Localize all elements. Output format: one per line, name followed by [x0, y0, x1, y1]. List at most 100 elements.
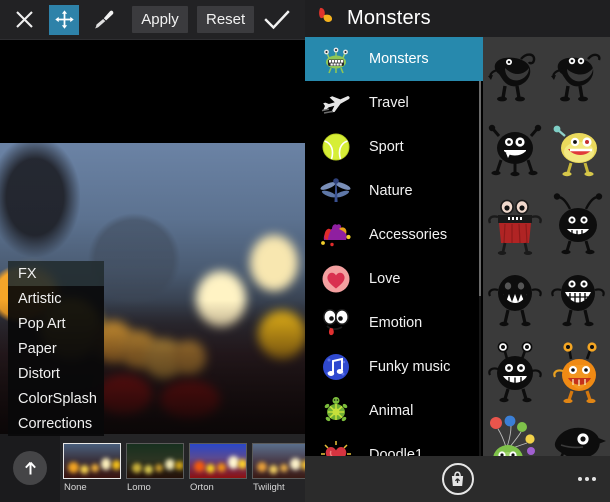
sticker-cell[interactable]: [547, 261, 610, 335]
sticker-cell[interactable]: [547, 335, 610, 409]
effects-menu-item-distort[interactable]: Distort: [8, 361, 104, 386]
filter-thumb-label: Lomo: [127, 482, 151, 493]
category-item-accessories[interactable]: Accessories: [305, 213, 483, 257]
screenshot-root: Apply Reset FX Artistic Pop Art Paper Di…: [0, 0, 610, 502]
monster-black-fangs-icon: [488, 275, 542, 327]
filter-thumb-orton[interactable]: Orton: [189, 443, 247, 493]
filter-preview-image: [126, 443, 184, 479]
filter-preview-image: [63, 443, 121, 479]
sticker-cell[interactable]: [547, 113, 610, 187]
monster-orange-pumpkin-icon: [553, 342, 597, 403]
category-item-travel[interactable]: Travel: [305, 81, 483, 125]
sticker-cell[interactable]: [547, 187, 610, 261]
check-icon[interactable]: [257, 0, 297, 40]
filter-thumb-lomo[interactable]: Lomo: [126, 443, 184, 493]
upload-button[interactable]: [0, 451, 60, 485]
effects-menu-label: FX: [18, 265, 37, 282]
monster-red-mouth-icon: [487, 199, 542, 255]
effects-menu-label: ColorSplash: [18, 390, 97, 407]
effects-menu-item-artistic[interactable]: Artistic: [8, 286, 104, 311]
monster-black-teeth-icon: [551, 275, 605, 327]
category-label: Nature: [369, 183, 413, 199]
category-label: Love: [369, 271, 401, 287]
heart-icon: [317, 260, 355, 298]
effects-menu-label: Corrections: [18, 415, 93, 432]
dot: [578, 477, 582, 481]
category-label: Funky music: [369, 359, 451, 375]
sticker-cell[interactable]: [483, 261, 547, 335]
monster-black-twoeye-icon: [551, 53, 601, 102]
effects-menu-item-fx[interactable]: FX: [8, 261, 104, 286]
effects-menu[interactable]: FX Artistic Pop Art Paper Distort ColorS…: [8, 261, 104, 436]
sticker-grid: [483, 37, 610, 483]
bokeh-light: [250, 235, 298, 291]
turtle-icon: [317, 392, 355, 430]
monster-icon: [317, 40, 355, 78]
face-tongue-icon: [317, 304, 355, 342]
category-scrollbar-thumb[interactable]: [479, 81, 481, 296]
move-tool-button[interactable]: [44, 0, 84, 40]
effects-menu-label: Paper: [18, 340, 57, 357]
filter-thumb-none[interactable]: None: [63, 443, 121, 493]
monster-black-smile-icon: [488, 341, 542, 403]
effects-menu-label: Artistic: [18, 290, 62, 307]
brush-icon[interactable]: [84, 0, 124, 40]
shop-bag-icon[interactable]: [441, 463, 474, 495]
more-options-icon[interactable]: [578, 477, 596, 481]
category-item-monsters[interactable]: Monsters: [305, 37, 483, 81]
filter-thumb-label: Orton: [190, 482, 214, 493]
sticker-cell[interactable]: [547, 39, 610, 113]
move-icon: [49, 4, 79, 35]
effects-menu-item-pop-art[interactable]: Pop Art: [8, 311, 104, 336]
sticker-cell[interactable]: [483, 113, 547, 187]
effects-menu-label: Pop Art: [18, 315, 66, 332]
tennis-ball-icon: [317, 128, 355, 166]
sticker-bottom-bar: [305, 456, 610, 502]
airplane-icon: [317, 84, 355, 122]
effects-menu-item-paper[interactable]: Paper: [8, 336, 104, 361]
category-label: Emotion: [369, 315, 423, 331]
photo-dark-vignette: [0, 143, 80, 257]
category-item-nature[interactable]: Nature: [305, 169, 483, 213]
category-item-emotion[interactable]: Emotion: [305, 301, 483, 345]
editor-toolbar: Apply Reset: [0, 0, 305, 40]
sticker-body: Monsters Travel Sport Nature Accessories…: [305, 37, 610, 502]
category-label: Travel: [369, 95, 409, 111]
app-logo-icon: [316, 6, 338, 31]
sticker-cell[interactable]: [483, 187, 547, 261]
close-icon[interactable]: [4, 0, 44, 40]
category-item-funky-music[interactable]: Funky music: [305, 345, 483, 389]
filter-preview-image: [189, 443, 247, 479]
category-label: Animal: [369, 403, 414, 419]
monster-black-antenna-icon: [554, 193, 603, 255]
dragonfly-icon: [317, 172, 355, 210]
sticker-grid-pane[interactable]: [483, 37, 610, 502]
category-label: Monsters: [369, 51, 429, 67]
filter-thumb-label: Twilight: [253, 482, 285, 493]
monster-yellow-blob-icon: [553, 125, 598, 177]
category-label: Accessories: [369, 227, 448, 243]
sticker-header: Monsters: [305, 0, 610, 37]
effects-menu-item-colorsplash[interactable]: ColorSplash: [8, 386, 104, 411]
photo-editor-screen: Apply Reset FX Artistic Pop Art Paper Di…: [0, 0, 305, 502]
sticker-picker-screen: Monsters Monsters Travel Sport Nature Ac…: [305, 0, 610, 502]
effects-menu-item-corrections[interactable]: Corrections: [8, 411, 104, 436]
category-label: Sport: [369, 139, 404, 155]
jester-hat-icon: [317, 216, 355, 254]
reset-button[interactable]: Reset: [197, 6, 255, 33]
sticker-cell[interactable]: [483, 39, 547, 113]
category-item-animal[interactable]: Animal: [305, 389, 483, 433]
upload-arrow-icon: [13, 451, 47, 485]
music-note-icon: [317, 348, 355, 386]
apply-button[interactable]: Apply: [132, 6, 188, 33]
filter-filmstrip: None Lomo Orton Twilight: [0, 434, 305, 502]
filter-preview-image: [252, 443, 305, 479]
category-list[interactable]: Monsters Travel Sport Nature Accessories…: [305, 37, 483, 502]
category-item-love[interactable]: Love: [305, 257, 483, 301]
sticker-cell[interactable]: [483, 335, 547, 409]
category-item-sport[interactable]: Sport: [305, 125, 483, 169]
filter-thumb-twilight[interactable]: Twilight: [252, 443, 305, 493]
dot: [592, 477, 596, 481]
filter-thumbnails[interactable]: None Lomo Orton Twilight: [60, 434, 305, 502]
monster-black-horned-icon: [487, 53, 535, 102]
